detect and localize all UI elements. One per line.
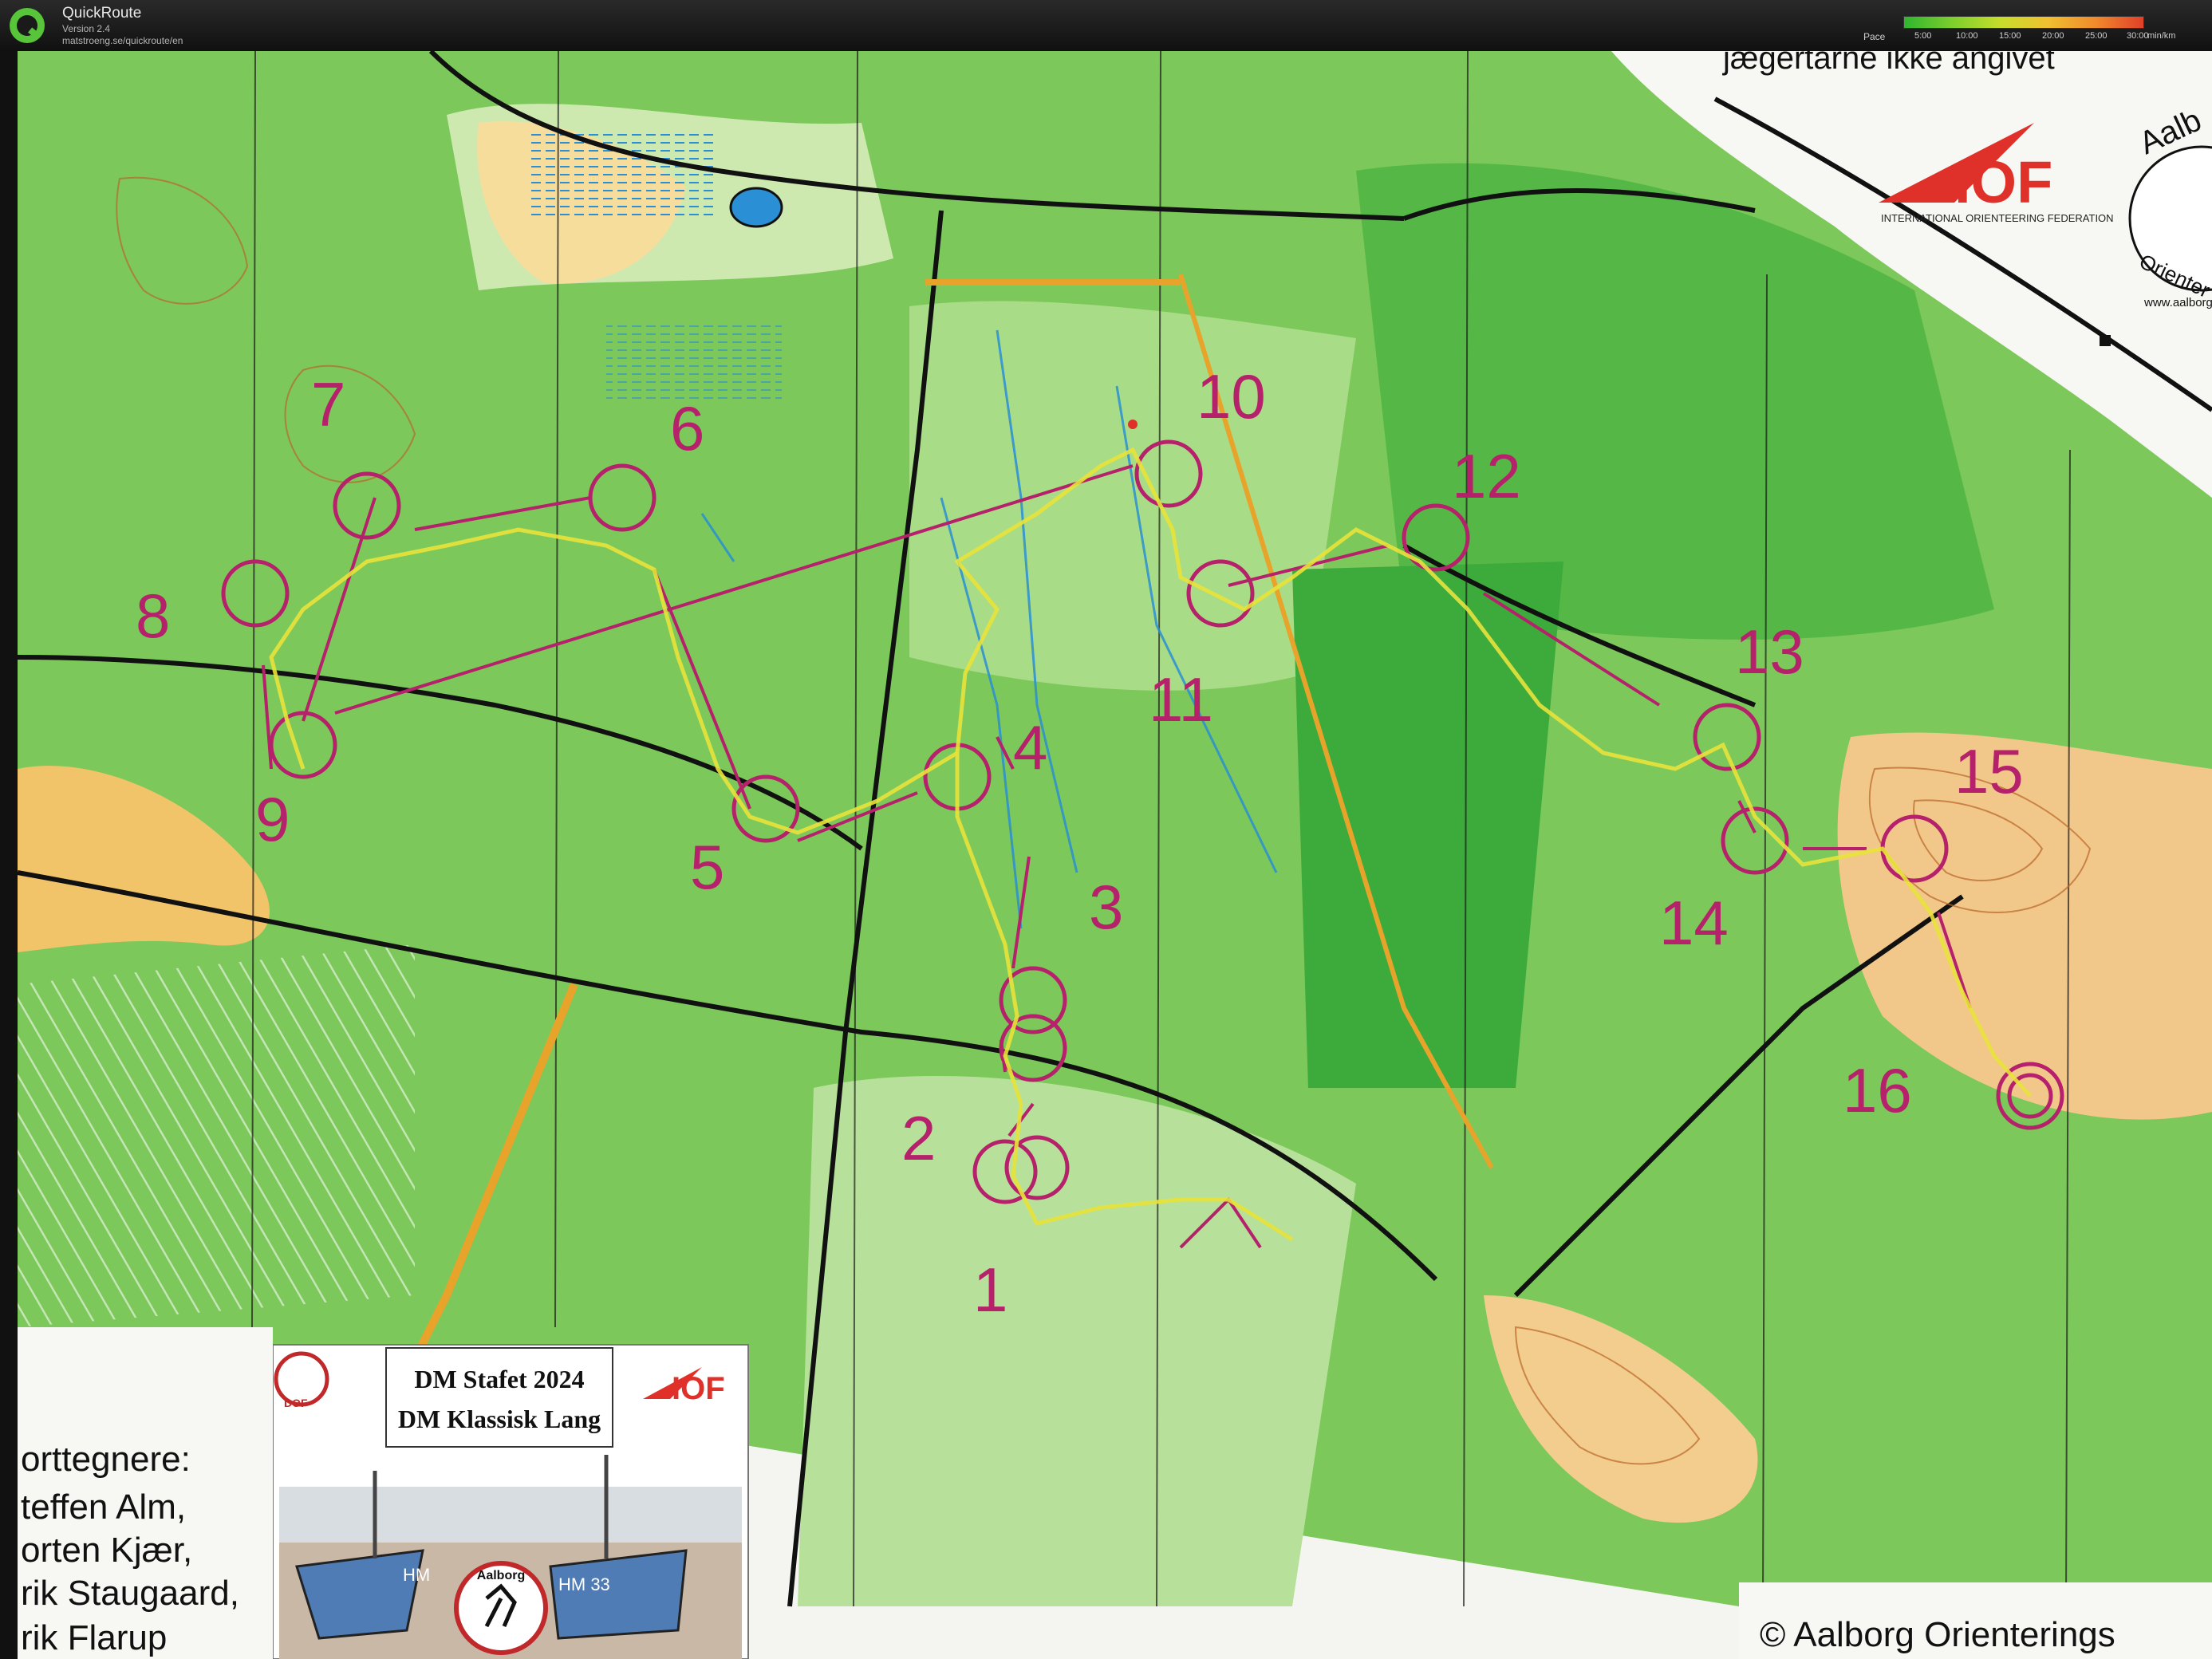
app-url: matstroeng.se/quickroute/en	[62, 35, 183, 46]
control-number-10: 10	[1197, 361, 1266, 431]
aalborg-badge-text: Aalborg	[477, 1569, 525, 1582]
boat-left	[295, 1549, 424, 1640]
orienteering-map[interactable]: 1 2 3 4 5 6 7 8 9 10 11 12 13 14 15 16 j…	[0, 51, 2212, 1659]
titlebar: QuickRoute Version 2.4 matstroeng.se/qui…	[0, 0, 2212, 52]
pace-tick: 25:00	[2085, 31, 2108, 41]
dof-logo-text: DOF	[284, 1397, 308, 1409]
control-number-7: 7	[311, 369, 345, 439]
black-square-marker	[2100, 335, 2111, 346]
mappers-heading: orttegnere:	[21, 1440, 191, 1479]
inset-title-line2: DM Klassisk Lang	[398, 1405, 601, 1433]
event-inset: DOF DM Stafet 2024 DM Klassisk Lang IOF …	[272, 1344, 749, 1659]
pace-color-bar	[1903, 16, 2144, 29]
club-web-text: www.aalborg	[2143, 296, 2212, 309]
pond	[729, 187, 783, 228]
mapper-name: rik Staugaard,	[21, 1574, 239, 1613]
control-number-6: 6	[670, 393, 704, 463]
control-number-8: 8	[136, 581, 170, 651]
quickroute-logo-icon	[10, 8, 45, 43]
pace-tick: 15:00	[1999, 31, 2021, 41]
pace-tick: 30:00	[2127, 31, 2149, 41]
control-number-15: 15	[1954, 736, 2024, 806]
dense-forest-patch	[1292, 562, 1563, 1088]
mapper-name: teffen Alm,	[21, 1488, 186, 1527]
cultivated-field	[18, 944, 415, 1327]
mapper-name: orten Kjær,	[21, 1531, 192, 1570]
boat-left-label: HM	[403, 1565, 430, 1585]
control-number-1: 1	[973, 1255, 1007, 1325]
route-start-marker	[1128, 420, 1138, 429]
map-canvas[interactable]: 1 2 3 4 5 6 7 8 9 10 11 12 13 14 15 16 j…	[0, 51, 2212, 1659]
control-number-16: 16	[1843, 1055, 1912, 1125]
map-left-edge	[0, 51, 18, 1659]
pace-legend: Pace 5:00 10:00 15:00 20:00 25:00 30:00 …	[1863, 11, 2206, 46]
copyright-text: © Aalborg Orienterings	[1760, 1615, 2115, 1654]
control-number-9: 9	[255, 784, 290, 854]
iof-logo-text: IOF	[1954, 149, 2052, 215]
light-forest-patch	[798, 1076, 1356, 1606]
boat-right-label: HM 33	[558, 1574, 610, 1594]
control-number-11: 11	[1149, 664, 1213, 735]
control-number-12: 12	[1452, 441, 1521, 511]
pace-tick: 5:00	[1914, 31, 1932, 41]
control-number-13: 13	[1735, 617, 1804, 687]
boat-right	[549, 1549, 688, 1640]
map-header-text: jægertårne ikke angivet	[1722, 51, 2055, 76]
mapper-name: rik Flarup	[21, 1618, 167, 1657]
pace-legend-label: Pace	[1863, 31, 1886, 42]
marsh-area	[606, 322, 782, 402]
iof-caption: INTERNATIONAL ORIENTEERING FEDERATION	[1881, 212, 2114, 224]
inset-title-line1: DM Stafet 2024	[414, 1365, 584, 1393]
app-version: Version 2.4	[62, 23, 111, 34]
marsh-area	[526, 131, 718, 219]
control-number-4: 4	[1013, 712, 1047, 782]
mappers-block: orttegnere: teffen Alm, orten Kjær, rik …	[18, 1327, 273, 1659]
pace-unit: min/km	[2147, 31, 2176, 41]
control-number-3: 3	[1089, 872, 1123, 942]
control-number-2: 2	[901, 1103, 936, 1173]
pace-tick: 10:00	[1956, 31, 1978, 41]
pace-tick: 20:00	[2042, 31, 2064, 41]
inset-sky-photo	[279, 1487, 742, 1543]
control-number-5: 5	[690, 832, 724, 902]
control-number-14: 14	[1659, 888, 1729, 958]
app-name: QuickRoute	[62, 5, 142, 22]
inset-iof-text: IOF	[672, 1371, 725, 1406]
